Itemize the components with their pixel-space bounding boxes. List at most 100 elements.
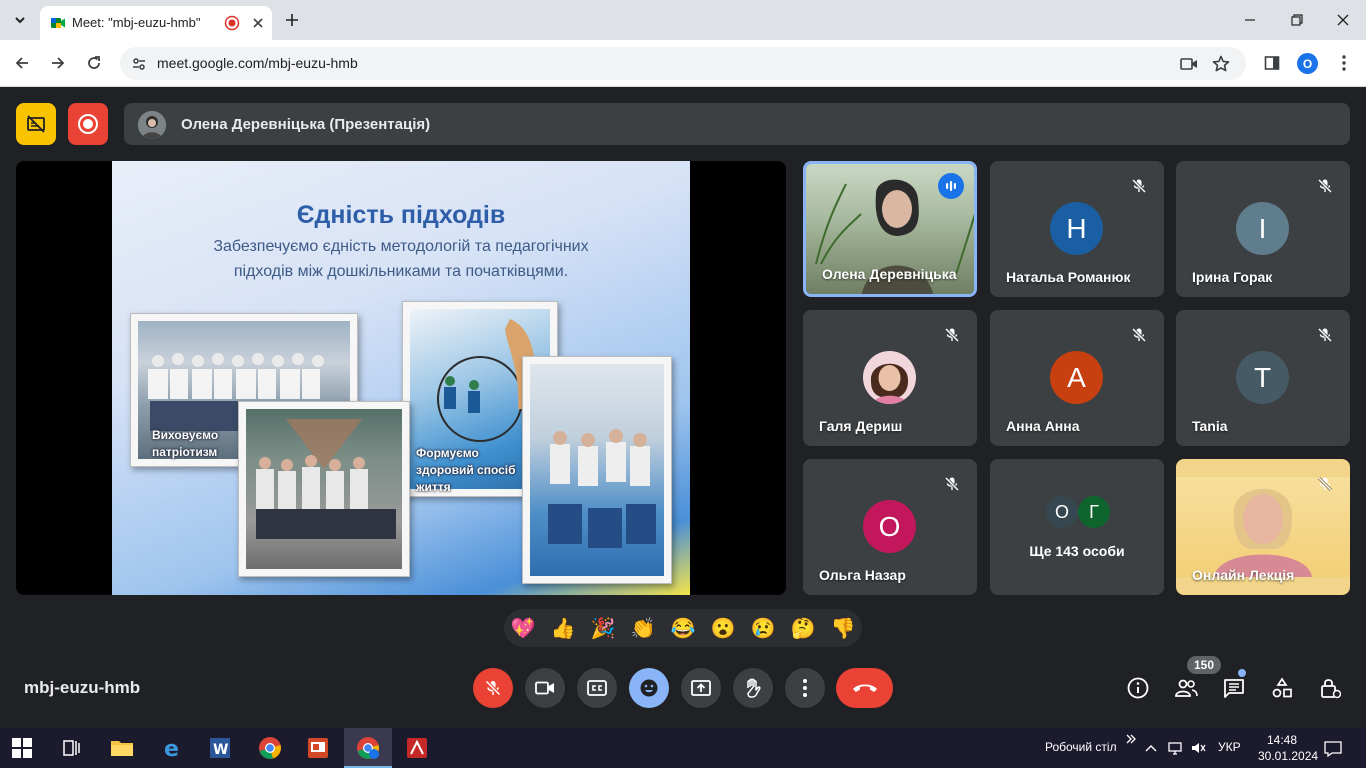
participant-tile-presenter[interactable]: Олена Деревніцька [803, 161, 977, 297]
windows-taskbar: e W Робочий стіл УКР 14:48 30.01.2024 [0, 728, 1366, 768]
participant-tile[interactable]: А Анна Анна [990, 310, 1164, 446]
captions-button[interactable] [577, 668, 617, 708]
browser-tab-bar: Meet: "mbj-euzu-hmb" [0, 0, 1366, 40]
participant-name: Ольга Назар [819, 567, 906, 583]
presenter-banner[interactable]: Олена Деревніцька (Презентація) [124, 103, 1350, 145]
red-app-icon[interactable] [403, 734, 431, 762]
reaction-surprised[interactable]: 😮 [710, 616, 736, 642]
side-panel-icon[interactable] [1260, 51, 1284, 75]
browser-menu-icon[interactable] [1332, 51, 1356, 75]
site-settings-icon[interactable] [130, 55, 148, 73]
slide-subtitle-line-2: підходів між дошкільниками та початківця… [233, 263, 569, 280]
slide-photo-kids [238, 401, 410, 577]
tab-search-chevron-icon[interactable] [8, 8, 32, 32]
desktop-toolbar-label[interactable]: Робочий стіл [1045, 740, 1117, 754]
forward-arrow-icon[interactable] [45, 50, 71, 76]
participant-tile[interactable]: І Ірина Горак [1176, 161, 1350, 297]
leave-call-button[interactable] [836, 668, 893, 708]
participant-name: Онлайн Лекція [1192, 567, 1295, 583]
raise-hand-button[interactable] [733, 668, 773, 708]
slide-subtitle: Забезпечуємо єдність методологій та педа… [152, 234, 650, 284]
file-explorer-icon[interactable] [108, 734, 136, 762]
video-camera-icon [535, 681, 555, 695]
presentation-app-icon[interactable] [304, 734, 332, 762]
notifications-icon[interactable] [1322, 738, 1344, 760]
clock[interactable]: 14:48 30.01.2024 [1258, 732, 1319, 764]
mic-off-icon [1128, 324, 1150, 346]
mic-off-icon [941, 324, 963, 346]
presenter-avatar [138, 111, 166, 139]
volume-icon[interactable] [1190, 739, 1208, 757]
people-icon[interactable] [1172, 674, 1200, 702]
edge-browser-icon[interactable]: e [158, 734, 186, 762]
task-view-icon[interactable] [58, 734, 86, 762]
reaction-clapping-hands[interactable]: 👏 [630, 616, 656, 642]
caption-healthy-life: Формуємо здоровий спосіб життя [416, 445, 516, 496]
chevron-up-icon[interactable] [1142, 739, 1160, 757]
close-window-icon[interactable] [1331, 8, 1355, 32]
profile-avatar[interactable]: O [1297, 53, 1318, 74]
participant-tile-video[interactable]: Онлайн Лекція [1176, 459, 1350, 595]
more-options-button[interactable] [785, 668, 825, 708]
participant-avatar-mini: Г [1078, 496, 1110, 528]
caption-patriotism: Виховуємо патріотизм [152, 427, 218, 461]
no-captions-icon [26, 114, 46, 134]
more-participants-tile[interactable]: О Г Ще 143 особи [990, 459, 1164, 595]
meet-stage: Олена Деревніцька (Презентація) Єдність … [0, 87, 1366, 728]
chevron-double-right-icon[interactable] [1122, 730, 1140, 748]
more-participants-label: Ще 143 особи [1029, 543, 1125, 559]
reaction-thinking[interactable]: 🤔 [790, 616, 816, 642]
svg-text:e: e [164, 737, 179, 759]
address-bar[interactable]: meet.google.com/mbj-euzu-hmb [120, 47, 1246, 80]
minimize-window-icon[interactable] [1238, 8, 1262, 32]
back-arrow-icon[interactable] [9, 50, 35, 76]
caption-healthy-life-line-3: життя [416, 480, 451, 494]
participant-tile[interactable]: Галя Дериш [803, 310, 977, 446]
reaction-thumbs-down[interactable]: 👎 [830, 616, 856, 642]
slides-off-button[interactable] [16, 103, 56, 145]
meeting-details-info-icon[interactable] [1124, 674, 1152, 702]
tab-title: Meet: "mbj-euzu-hmb" [72, 15, 201, 30]
participant-tile[interactable]: T Tania [1176, 310, 1350, 446]
reaction-tears-of-joy[interactable]: 😂 [670, 616, 696, 642]
new-tab-plus-icon[interactable] [280, 8, 304, 32]
browser-tab-meet[interactable]: Meet: "mbj-euzu-hmb" [40, 6, 272, 40]
participant-tile[interactable]: О Ольга Назар [803, 459, 977, 595]
caption-patriotism-line-2: патріотизм [152, 445, 218, 459]
reaction-crying[interactable]: 😢 [750, 616, 776, 642]
reactions-button[interactable] [629, 668, 669, 708]
restore-window-icon[interactable] [1285, 8, 1309, 32]
google-meet-favicon-icon [50, 15, 66, 31]
network-icon[interactable] [1166, 739, 1184, 757]
chrome-profile-icon [354, 734, 382, 762]
recording-button[interactable] [68, 103, 108, 145]
reload-icon[interactable] [81, 50, 107, 76]
mic-off-icon [1314, 175, 1336, 197]
camera-toggle-button[interactable] [525, 668, 565, 708]
bookmark-star-icon[interactable] [1210, 53, 1232, 75]
speaking-indicator-icon [938, 173, 964, 199]
participant-tile[interactable]: Н Натальа Романюк [990, 161, 1164, 297]
participant-avatar: Н [1050, 202, 1103, 255]
chrome-icon[interactable] [256, 734, 284, 762]
participant-avatar: T [1236, 351, 1289, 404]
activities-icon[interactable] [1268, 674, 1296, 702]
reaction-sparkling-heart[interactable]: 💖 [510, 616, 536, 642]
present-screen-button[interactable] [681, 668, 721, 708]
input-language[interactable]: УКР [1218, 740, 1241, 754]
participant-avatar-mini: О [1046, 496, 1078, 528]
mic-off-icon [1314, 473, 1336, 495]
close-tab-icon[interactable] [248, 13, 268, 33]
windows-start-icon[interactable] [10, 736, 34, 760]
mic-toggle-button[interactable] [473, 668, 513, 708]
word-icon[interactable]: W [206, 734, 234, 762]
presentation-view[interactable]: Єдність підходів Забезпечуємо єдність ме… [16, 161, 786, 595]
chat-icon[interactable] [1220, 674, 1248, 702]
host-controls-lock-icon[interactable] [1316, 674, 1344, 702]
taskbar-active-chrome[interactable] [344, 728, 392, 768]
clock-date: 30.01.2024 [1258, 749, 1319, 763]
participant-name: Галя Дериш [819, 418, 903, 434]
reaction-party-popper[interactable]: 🎉 [590, 616, 616, 642]
reaction-thumbs-up[interactable]: 👍 [550, 616, 576, 642]
camera-in-use-icon[interactable] [1178, 53, 1200, 75]
